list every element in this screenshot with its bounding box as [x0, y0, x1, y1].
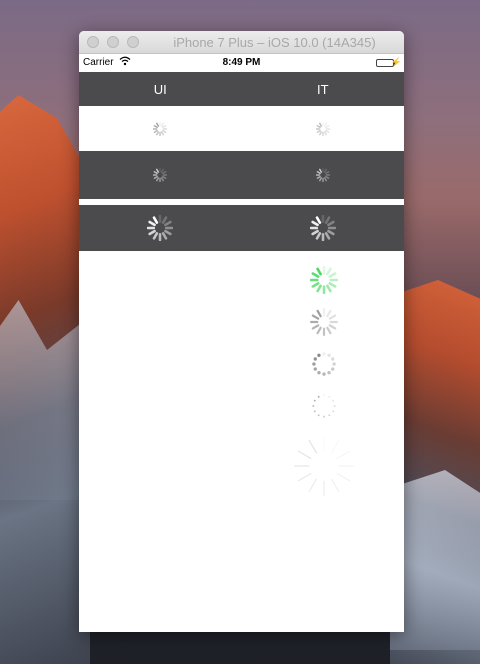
- spinner-row-white: [79, 106, 404, 151]
- column-header-ui: UI: [153, 81, 167, 97]
- simulator-window: iPhone 7 Plus – iOS 10.0 (14A345) Carrie…: [79, 31, 404, 632]
- window-titlebar[interactable]: iPhone 7 Plus – iOS 10.0 (14A345): [79, 31, 404, 54]
- activity-indicator-icon: [309, 215, 336, 241]
- zoom-window-button[interactable]: [127, 36, 139, 48]
- status-time: 8:49 PM: [222, 57, 261, 68]
- activity-indicator-icon-ring: [310, 392, 338, 420]
- activity-indicator-icon: [147, 215, 174, 241]
- column-header-row: UI IT: [79, 72, 404, 106]
- column-header-it: IT: [316, 81, 329, 97]
- window-title: iPhone 7 Plus – iOS 10.0 (14A345): [173, 35, 376, 50]
- activity-indicator-icon-green: [310, 266, 338, 294]
- spinner-showcase: [79, 251, 404, 631]
- close-window-button[interactable]: [87, 36, 99, 48]
- activity-indicator-icon: [310, 308, 338, 336]
- activity-indicator-icon: [153, 121, 168, 136]
- spinner-row-dark: [79, 151, 404, 199]
- activity-indicator-icon: [315, 168, 330, 182]
- minimize-window-button[interactable]: [107, 36, 119, 48]
- activity-indicator-icon: [315, 121, 330, 136]
- activity-indicator-icon: [153, 168, 168, 182]
- activity-indicator-icon-dotted: [310, 350, 338, 378]
- spinner-row-dark-large: [79, 205, 404, 251]
- activity-indicator-icon-large: [292, 434, 356, 498]
- bolt-icon: ⚡: [390, 57, 402, 67]
- ios-status-bar: Carrier 8:49 PM ⚡: [79, 54, 404, 72]
